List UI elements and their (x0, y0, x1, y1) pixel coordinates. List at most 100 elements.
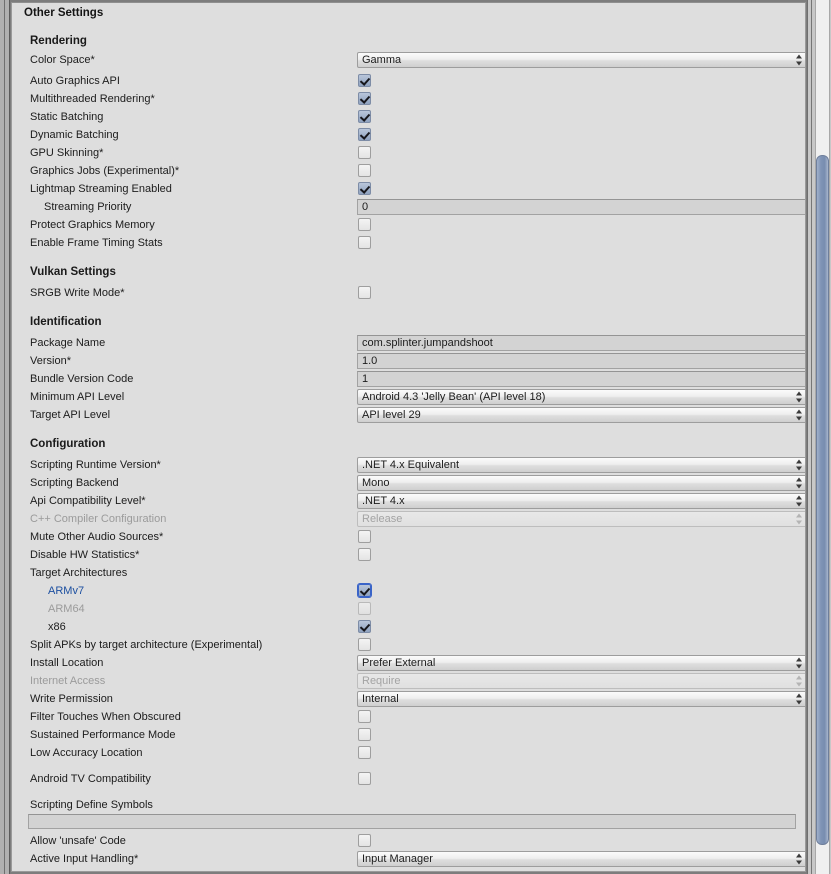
section-rendering-title: Rendering (30, 35, 87, 47)
row-dynamic-batching: Dynamic Batching (12, 126, 805, 144)
section-vulkan: Vulkan Settings (12, 263, 805, 281)
row-scripting-define-symbols-input (12, 813, 805, 831)
player-settings-window: Other Settings Rendering Color Space* Ga… (0, 0, 831, 874)
label-color-space: Color Space* (30, 54, 95, 66)
package-name-input[interactable]: com.splinter.jumpandshoot (357, 335, 805, 351)
row-static-batching: Static Batching (12, 108, 805, 126)
row-lightmap-streaming: Lightmap Streaming Enabled (12, 180, 805, 198)
row-package-name: Package Name com.splinter.jumpandshoot (12, 334, 805, 352)
api-compatibility-level-dropdown[interactable]: .NET 4.x (357, 493, 805, 509)
minimum-api-level-dropdown[interactable]: Android 4.3 'Jelly Bean' (API level 18) (357, 389, 805, 405)
lightmap-streaming-checkbox[interactable] (358, 182, 371, 195)
streaming-priority-input[interactable]: 0 (357, 199, 805, 215)
row-target-architectures: Target Architectures (12, 564, 805, 582)
row-protect-graphics-memory: Protect Graphics Memory (12, 216, 805, 234)
disable-hw-statistics-checkbox[interactable] (358, 548, 371, 561)
static-batching-checkbox[interactable] (358, 110, 371, 123)
split-apks-checkbox[interactable] (358, 638, 371, 651)
row-arm64: ARM64 (12, 600, 805, 618)
label-version: Version* (30, 355, 71, 367)
window-left-edge (0, 0, 10, 874)
label-target-api-level: Target API Level (30, 409, 111, 421)
scripting-backend-value: Mono (362, 477, 390, 489)
write-permission-value: Internal (362, 693, 399, 705)
version-input[interactable]: 1.0 (357, 353, 805, 369)
scrollbar-thumb[interactable] (816, 155, 829, 845)
row-color-space: Color Space* Gamma (12, 51, 805, 69)
label-scripting-backend: Scripting Backend (30, 477, 119, 489)
write-permission-dropdown[interactable]: Internal (357, 691, 805, 707)
target-api-level-value: API level 29 (362, 409, 421, 421)
sustained-performance-mode-checkbox[interactable] (358, 728, 371, 741)
section-rendering: Rendering (12, 32, 805, 50)
row-allow-unsafe-code: Allow 'unsafe' Code (12, 832, 805, 850)
row-auto-graphics-api: Auto Graphics API (12, 72, 805, 90)
row-scripting-runtime-version: Scripting Runtime Version* .NET 4.x Equi… (12, 456, 805, 474)
target-api-level-dropdown[interactable]: API level 29 (357, 407, 805, 423)
row-active-input-handling: Active Input Handling* Input Manager (12, 850, 805, 868)
chevron-updown-icon (796, 853, 803, 865)
label-target-architectures: Target Architectures (30, 567, 128, 579)
streaming-priority-value: 0 (362, 201, 369, 213)
mute-other-audio-sources-checkbox[interactable] (358, 530, 371, 543)
minimum-api-level-value: Android 4.3 'Jelly Bean' (API level 18) (362, 391, 546, 403)
gpu-skinning-checkbox[interactable] (358, 146, 371, 159)
row-internet-access: Internet Access Require (12, 672, 805, 690)
color-space-dropdown[interactable]: Gamma (357, 52, 805, 68)
row-mute-other-audio-sources: Mute Other Audio Sources* (12, 528, 805, 546)
arm64-checkbox[interactable] (358, 602, 371, 615)
scripting-backend-dropdown[interactable]: Mono (357, 475, 805, 491)
label-protect-graphics-memory: Protect Graphics Memory (30, 219, 155, 231)
row-android-tv-compatibility: Android TV Compatibility (12, 770, 805, 788)
label-dynamic-batching: Dynamic Batching (30, 129, 119, 141)
label-api-compatibility-level: Api Compatibility Level* (30, 495, 146, 507)
label-install-location: Install Location (30, 657, 104, 669)
bundle-version-code-input[interactable]: 1 (357, 371, 805, 387)
filter-touches-checkbox[interactable] (358, 710, 371, 723)
version-value: 1.0 (362, 355, 378, 367)
label-scripting-runtime-version: Scripting Runtime Version* (30, 459, 161, 471)
x86-checkbox[interactable] (358, 620, 371, 633)
label-split-apks: Split APKs by target architecture (Exper… (30, 639, 263, 651)
label-package-name: Package Name (30, 337, 106, 349)
row-disable-hw-statistics: Disable HW Statistics* (12, 546, 805, 564)
row-x86: x86 (12, 618, 805, 636)
other-settings-panel: Other Settings Rendering Color Space* Ga… (11, 2, 806, 872)
row-sustained-performance-mode: Sustained Performance Mode (12, 726, 805, 744)
scripting-runtime-version-value: .NET 4.x Equivalent (362, 459, 460, 471)
chevron-updown-icon (796, 409, 803, 421)
section-identification: Identification (12, 313, 805, 331)
allow-unsafe-code-checkbox[interactable] (358, 834, 371, 847)
armv7-checkbox[interactable] (358, 584, 371, 597)
label-bundle-version-code: Bundle Version Code (30, 373, 134, 385)
chevron-updown-icon (796, 657, 803, 669)
label-write-permission: Write Permission (30, 693, 113, 705)
other-settings-header[interactable]: Other Settings (12, 3, 805, 23)
install-location-dropdown[interactable]: Prefer External (357, 655, 805, 671)
scripting-define-symbols-input[interactable] (28, 814, 796, 829)
label-lightmap-streaming: Lightmap Streaming Enabled (30, 183, 172, 195)
section-configuration-title: Configuration (30, 438, 106, 450)
active-input-handling-dropdown[interactable]: Input Manager (357, 851, 805, 867)
android-tv-compatibility-checkbox[interactable] (358, 772, 371, 785)
scripting-runtime-version-dropdown[interactable]: .NET 4.x Equivalent (357, 457, 805, 473)
row-write-permission: Write Permission Internal (12, 690, 805, 708)
enable-frame-timing-stats-checkbox[interactable] (358, 236, 371, 249)
label-disable-hw-statistics: Disable HW Statistics* (30, 549, 140, 561)
color-space-value: Gamma (362, 54, 402, 66)
label-scripting-define-symbols: Scripting Define Symbols (30, 799, 153, 811)
multithreaded-rendering-checkbox[interactable] (358, 92, 371, 105)
srgb-write-mode-checkbox[interactable] (358, 286, 371, 299)
row-enable-frame-timing-stats: Enable Frame Timing Stats (12, 234, 805, 252)
low-accuracy-location-checkbox[interactable] (358, 746, 371, 759)
graphics-jobs-checkbox[interactable] (358, 164, 371, 177)
chevron-updown-icon (796, 495, 803, 507)
dynamic-batching-checkbox[interactable] (358, 128, 371, 141)
vertical-scrollbar[interactable] (807, 0, 831, 874)
internet-access-dropdown: Require (357, 673, 805, 689)
label-gpu-skinning: GPU Skinning* (30, 147, 104, 159)
row-cpp-compiler-configuration: C++ Compiler Configuration Release (12, 510, 805, 528)
auto-graphics-api-checkbox[interactable] (358, 74, 371, 87)
protect-graphics-memory-checkbox[interactable] (358, 218, 371, 231)
label-srgb-write-mode: SRGB Write Mode* (30, 287, 125, 299)
